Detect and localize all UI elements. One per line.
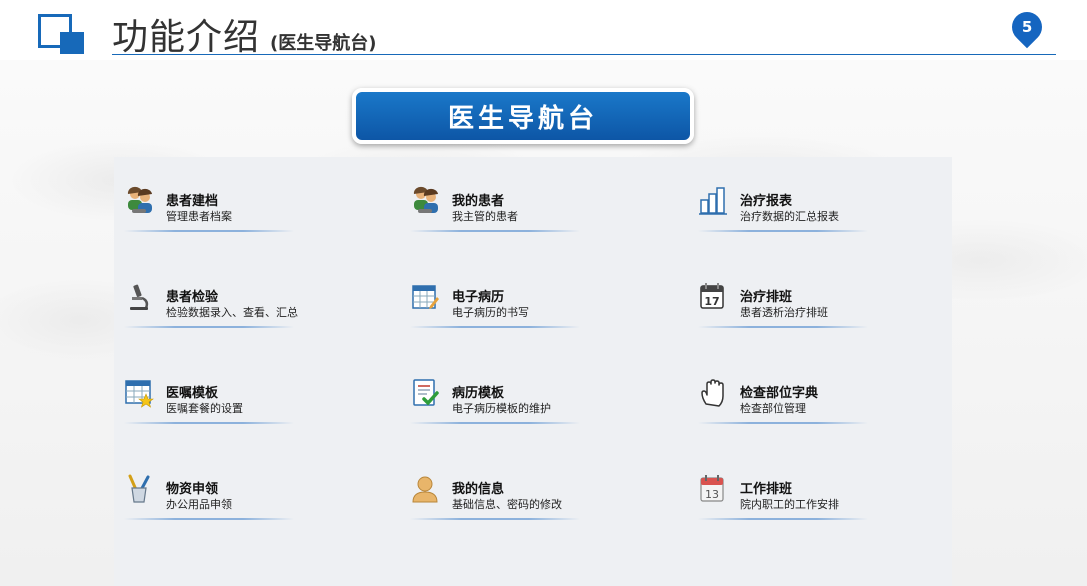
nav-item-treatment-schedule[interactable]: 17 治疗排班 患者透析治疗排班 — [698, 282, 898, 332]
nav-item-treatment-report[interactable]: 治疗报表 治疗数据的汇总报表 — [698, 186, 898, 236]
nav-item-desc: 基础信息、密码的修改 — [452, 498, 562, 511]
calendar-13-icon: 13 — [700, 475, 724, 502]
nav-item-underline — [410, 326, 580, 328]
nav-item-patient-lab[interactable]: 患者检验 检验数据录入、查看、汇总 — [124, 282, 324, 332]
patients-icon — [413, 186, 438, 213]
nav-item-desc: 医嘱套餐的设置 — [166, 402, 243, 415]
nav-item-patient-records[interactable]: 患者建档 管理患者档案 — [124, 186, 324, 236]
nav-item-desc: 检验数据录入、查看、汇总 — [166, 306, 298, 319]
page-title: 功能介绍 (医生导航台) — [112, 8, 376, 60]
header-divider — [112, 54, 1056, 55]
nav-item-label: 治疗排班 — [740, 290, 793, 305]
logo — [38, 14, 90, 54]
nav-item-exam-site-dictionary[interactable]: 检查部位字典 检查部位管理 — [698, 378, 898, 428]
nav-item-label: 我的患者 — [452, 194, 505, 209]
nav-item-underline — [698, 230, 868, 232]
spreadsheet-edit-icon — [412, 285, 439, 309]
nav-item-desc: 检查部位管理 — [740, 402, 806, 415]
nav-item-label: 检查部位字典 — [740, 386, 819, 401]
document-check-icon — [413, 379, 439, 406]
nav-item-label: 患者建档 — [166, 194, 219, 209]
nav-item-supply-request[interactable]: 物资申领 办公用品申领 — [124, 474, 324, 524]
table-star-icon — [125, 380, 154, 408]
nav-item-underline — [124, 518, 294, 520]
banner-title: 医生导航台 — [447, 103, 598, 134]
nav-item-desc: 电子病历的书写 — [452, 306, 529, 319]
nav-item-record-template[interactable]: 病历模板 电子病历模板的维护 — [410, 378, 610, 428]
microscope-icon — [130, 284, 149, 310]
tools-cup-icon — [128, 474, 150, 503]
nav-item-desc: 患者透析治疗排班 — [740, 306, 828, 319]
nav-item-label: 物资申领 — [166, 482, 219, 497]
hand-icon — [701, 379, 724, 407]
nav-item-underline — [410, 518, 580, 520]
page-title-main: 功能介绍 — [112, 17, 261, 58]
nav-item-my-info[interactable]: 我的信息 基础信息、密码的修改 — [410, 474, 610, 524]
page-number: 5 — [1021, 18, 1033, 36]
nav-item-desc: 管理患者档案 — [166, 210, 232, 223]
nav-item-underline — [124, 230, 294, 232]
nav-item-label: 患者检验 — [166, 290, 219, 305]
nav-item-label: 医嘱模板 — [166, 386, 219, 401]
nav-item-work-schedule[interactable]: 13 工作排班 院内职工的工作安排 — [698, 474, 898, 524]
nav-item-label: 我的信息 — [452, 482, 505, 497]
nav-item-underline — [698, 326, 868, 328]
nav-item-label: 治疗报表 — [740, 194, 793, 209]
svg-text:13: 13 — [705, 488, 719, 501]
nav-item-desc: 院内职工的工作安排 — [740, 498, 839, 511]
patients-icon — [127, 186, 152, 213]
calendar-17-icon: 17 — [700, 283, 724, 309]
nav-item-underline — [698, 518, 868, 520]
nav-item-underline — [410, 422, 580, 424]
nav-item-label: 工作排班 — [740, 482, 793, 497]
nav-item-desc: 办公用品申领 — [166, 498, 232, 511]
nav-item-desc: 治疗数据的汇总报表 — [740, 210, 839, 223]
nav-item-underline — [410, 230, 580, 232]
svg-text:17: 17 — [704, 295, 719, 308]
navigation-banner: 医生导航台 — [352, 88, 694, 144]
nav-item-my-patients[interactable]: 我的患者 我主管的患者 — [410, 186, 610, 236]
nav-item-emr[interactable]: 电子病历 电子病历的书写 — [410, 282, 610, 332]
page-title-sub: (医生导航台) — [270, 33, 377, 54]
nav-item-underline — [124, 326, 294, 328]
page-number-badge: 5 — [1005, 5, 1049, 49]
nav-item-label: 病历模板 — [452, 386, 505, 401]
bar-chart-icon — [699, 187, 727, 215]
nav-item-underline — [698, 422, 868, 424]
nav-item-underline — [124, 422, 294, 424]
nav-item-order-template[interactable]: 医嘱模板 医嘱套餐的设置 — [124, 378, 324, 428]
nav-item-desc: 电子病历模板的维护 — [452, 402, 551, 415]
user-icon — [412, 476, 438, 503]
nav-item-desc: 我主管的患者 — [452, 210, 518, 223]
nav-item-label: 电子病历 — [452, 290, 505, 305]
